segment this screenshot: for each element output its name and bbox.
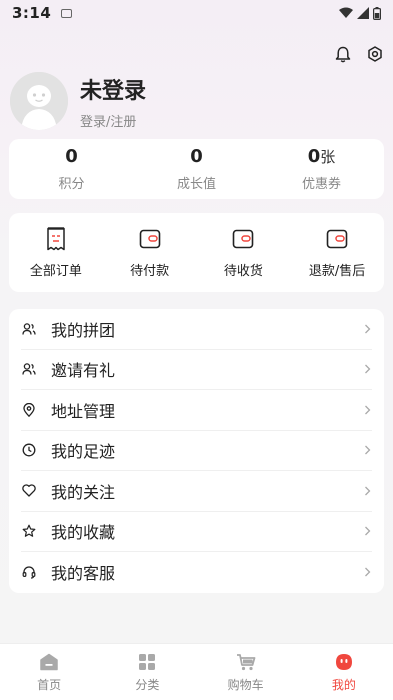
orders-card: 全部订单 待付款 待收货 退款/售后 [9, 213, 384, 292]
stat-label: 积分 [58, 177, 85, 192]
stat-growth[interactable]: 0 成长值 [134, 139, 259, 199]
stat-value: 0 [307, 146, 321, 167]
wallet-icon [230, 226, 256, 252]
top-actions [333, 44, 385, 64]
order-all[interactable]: 全部订单 [9, 213, 103, 292]
home-icon [38, 651, 60, 673]
tab-label: 首页 [37, 678, 62, 692]
profile-header[interactable]: 未登录 登录/注册 [10, 72, 146, 130]
stat-label: 成长值 [176, 177, 216, 192]
order-label: 全部订单 [29, 264, 82, 279]
login-register-link[interactable]: 登录/注册 [80, 111, 146, 130]
users-icon [21, 361, 37, 377]
wallet-icon [137, 226, 163, 252]
chevron-right-icon [362, 364, 372, 374]
tab-label: 分类 [135, 678, 160, 692]
order-pending-receipt[interactable]: 待收货 [197, 213, 291, 292]
menu-item-history[interactable]: 我的足迹 [21, 431, 372, 471]
menu-item-customer-service[interactable]: 我的客服 [21, 552, 372, 593]
menu-label: 地址管理 [51, 401, 116, 421]
cart-icon [235, 651, 257, 673]
menu-label: 邀请有礼 [51, 361, 116, 381]
receipt-icon [43, 226, 69, 252]
menu-item-invite[interactable]: 邀请有礼 [21, 350, 372, 390]
order-label: 退款/售后 [308, 264, 366, 279]
menu-item-group-buy[interactable]: 我的拼团 [21, 309, 372, 350]
stat-unit: 张 [320, 148, 336, 166]
chevron-right-icon [362, 526, 372, 536]
order-refund[interactable]: 退款/售后 [290, 213, 384, 292]
stat-coupons[interactable]: 0张 优惠券 [259, 139, 384, 199]
status-indicators [339, 6, 381, 20]
chevron-right-icon [362, 324, 372, 334]
profile-face-icon [333, 651, 355, 673]
wifi-icon [339, 7, 353, 18]
chevron-right-icon [362, 445, 372, 455]
tab-home[interactable]: 首页 [0, 644, 98, 700]
chevron-right-icon [362, 486, 372, 496]
settings-icon[interactable] [365, 44, 385, 64]
location-icon [21, 402, 37, 418]
profile-name: 未登录 [80, 78, 147, 104]
tab-profile[interactable]: 我的 [295, 644, 393, 700]
stat-value: 0 [65, 146, 78, 167]
users-icon [21, 321, 37, 337]
menu-label: 我的收藏 [51, 523, 116, 543]
stat-value: 0 [190, 146, 203, 167]
wallet-icon [324, 226, 350, 252]
order-label: 待付款 [130, 264, 170, 279]
menu-list: 我的拼团 邀请有礼 地址管理 我的足迹 我的关注 我的收藏 我的客服 [9, 309, 384, 593]
status-bar: 3:14 [0, 0, 393, 26]
star-icon [21, 523, 37, 539]
menu-label: 我的拼团 [51, 320, 116, 340]
tab-category[interactable]: 分类 [98, 644, 196, 700]
stats-card: 0 积分 0 成长值 0张 优惠券 [9, 139, 384, 199]
battery-icon [373, 6, 381, 20]
notification-icon [61, 8, 73, 18]
tab-label: 购物车 [227, 678, 264, 692]
menu-item-favorites[interactable]: 我的收藏 [21, 512, 372, 552]
chevron-right-icon [362, 567, 372, 577]
tab-cart[interactable]: 购物车 [197, 644, 295, 700]
grid-icon [136, 651, 158, 673]
tab-label: 我的 [331, 678, 356, 692]
clock-icon [21, 442, 37, 458]
heart-icon [21, 483, 37, 499]
menu-label: 我的足迹 [51, 442, 116, 462]
chevron-right-icon [362, 405, 372, 415]
bell-icon[interactable] [333, 44, 353, 64]
menu-item-following[interactable]: 我的关注 [21, 471, 372, 512]
order-pending-payment[interactable]: 待付款 [103, 213, 197, 292]
bottom-tab-bar: 首页 分类 购物车 我的 [0, 643, 393, 700]
order-label: 待收货 [223, 264, 263, 279]
menu-label: 我的客服 [51, 564, 116, 584]
menu-label: 我的关注 [51, 482, 116, 502]
avatar[interactable] [10, 72, 68, 130]
headset-icon [21, 564, 37, 580]
stat-points[interactable]: 0 积分 [9, 139, 134, 199]
status-time: 3:14 [12, 4, 52, 22]
menu-item-address[interactable]: 地址管理 [21, 390, 372, 431]
signal-icon [357, 7, 369, 19]
stat-label: 优惠券 [301, 177, 341, 192]
